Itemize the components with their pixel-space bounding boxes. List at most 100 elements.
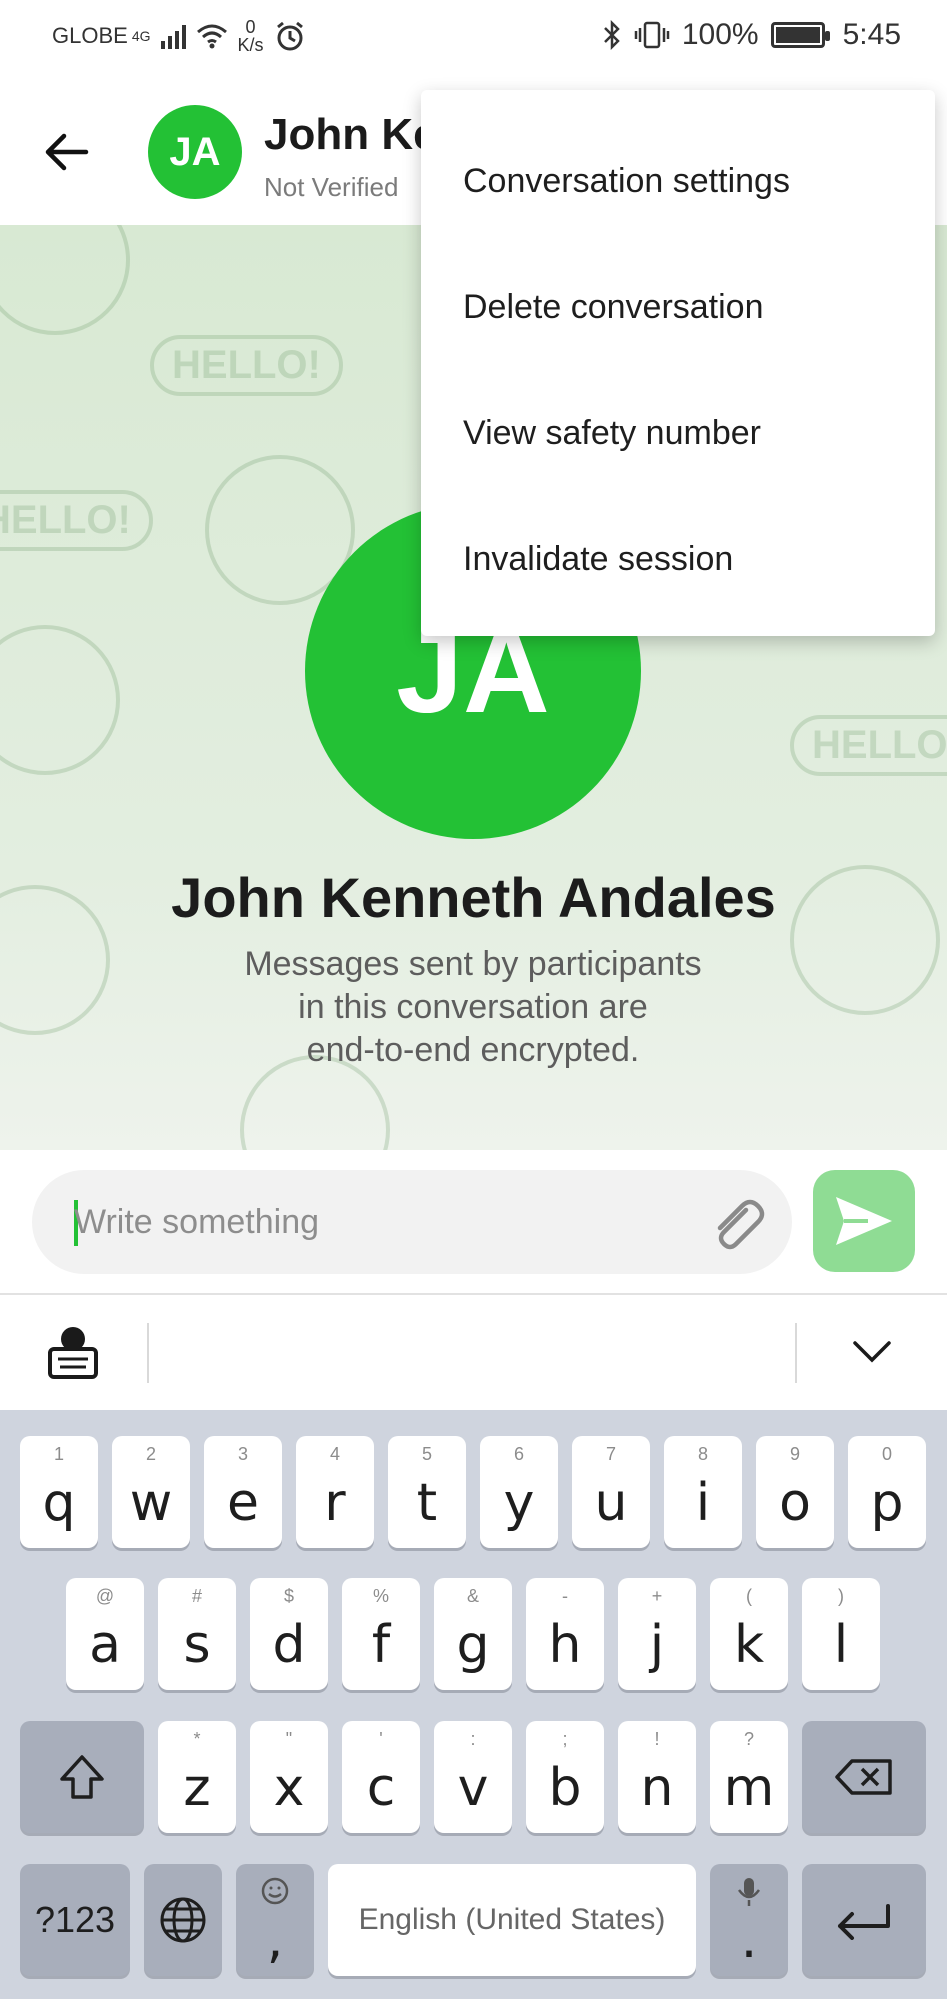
encryption-notice-line: Messages sent by participants <box>244 945 702 983</box>
key-r[interactable]: 4r <box>296 1436 374 1548</box>
emoji-icon <box>261 1877 289 1905</box>
key-l[interactable]: ) l <box>802 1578 880 1690</box>
vibrate-icon <box>634 21 670 49</box>
key-p[interactable]: 0p <box>848 1436 926 1548</box>
contact-name[interactable]: John Ke <box>264 110 438 160</box>
key-t[interactable]: 5t <box>388 1436 466 1548</box>
enter-key[interactable] <box>802 1864 926 1976</box>
status-bar: GLOBE 4G 0 K/s 100% 5:45 <box>0 0 947 80</box>
key-a[interactable]: @ a <box>66 1578 144 1690</box>
key-o[interactable]: 9o <box>756 1436 834 1548</box>
key-j[interactable]: + j <box>618 1578 696 1690</box>
key-f[interactable]: % f <box>342 1578 420 1690</box>
keyboard-settings-icon[interactable] <box>46 1323 100 1381</box>
key-s[interactable]: # s <box>158 1578 236 1690</box>
key-char: h <box>548 1615 582 1675</box>
key-c[interactable]: ' c <box>342 1721 420 1833</box>
key-hint: 7 <box>605 1444 616 1464</box>
key-char: m <box>723 1758 775 1818</box>
key-hint: 1 <box>53 1444 64 1464</box>
key-hint: 9 <box>789 1444 800 1464</box>
backspace-key[interactable] <box>802 1721 926 1833</box>
collapse-keyboard-icon[interactable] <box>852 1339 892 1365</box>
message-input[interactable]: Write something <box>32 1170 792 1274</box>
key-char: f <box>371 1615 391 1675</box>
signal-icon <box>160 23 186 49</box>
send-icon <box>836 1197 892 1245</box>
shift-key[interactable] <box>20 1721 144 1833</box>
space-bar[interactable]: English (United States) <box>328 1864 696 1976</box>
doodle-face <box>0 225 130 335</box>
key-hint: # <box>191 1586 202 1606</box>
key-char: a <box>89 1615 121 1675</box>
mic-period-key[interactable]: . <box>710 1864 788 1976</box>
key-hint: " <box>285 1729 293 1749</box>
key-b[interactable]: ; b <box>526 1721 604 1833</box>
key-m[interactable]: ? m <box>710 1721 788 1833</box>
network-speed-unit: K/s <box>237 35 264 55</box>
alarm-icon <box>276 21 303 51</box>
key-char: g <box>456 1615 490 1675</box>
wifi-icon <box>196 24 227 49</box>
key-g[interactable]: & g <box>434 1578 512 1690</box>
carrier-label: GLOBE <box>52 23 128 48</box>
key-hint: 8 <box>697 1444 708 1464</box>
key-h[interactable]: -h <box>526 1578 604 1690</box>
key-y[interactable]: 6y <box>480 1436 558 1548</box>
key-x[interactable]: " x <box>250 1721 328 1833</box>
key-char: d <box>272 1615 306 1675</box>
enter-icon <box>838 1904 890 1940</box>
key-char: i <box>695 1473 711 1533</box>
key-i[interactable]: 8i <box>664 1436 742 1548</box>
send-button[interactable] <box>813 1170 915 1272</box>
key-char: u <box>594 1473 628 1533</box>
key-hint: 0 <box>881 1444 892 1464</box>
menu-item-invalidate-session[interactable]: Invalidate session <box>421 496 935 622</box>
keyboard-row: 1q 2w 3e 4r 5t 6y 7u 8i 9o 0p <box>0 1436 947 1548</box>
key-char: q <box>42 1473 76 1533</box>
backspace-icon <box>835 1759 892 1795</box>
key-hint: ) <box>838 1586 844 1606</box>
key-hint: 6 <box>513 1444 524 1464</box>
bluetooth-icon <box>603 20 620 50</box>
key-char: s <box>183 1615 211 1675</box>
key-hint: 2 <box>145 1444 156 1464</box>
menu-item-view-safety-number[interactable]: View safety number <box>421 370 935 496</box>
key-hint: @ <box>95 1586 115 1606</box>
key-char: r <box>324 1473 346 1533</box>
key-z[interactable]: * z <box>158 1721 236 1833</box>
menu-item-delete-conversation[interactable]: Delete conversation <box>421 244 935 370</box>
avatar-initials: JA <box>169 129 221 174</box>
back-button[interactable] <box>42 122 102 182</box>
key-d[interactable]: $ d <box>250 1578 328 1690</box>
key-w[interactable]: 2w <box>112 1436 190 1548</box>
contact-full-name: John Kenneth Andales <box>171 866 776 929</box>
paperclip-icon[interactable] <box>706 1192 766 1252</box>
contact-avatar[interactable]: JA <box>148 105 242 199</box>
keyboard-toolbar <box>0 1297 947 1410</box>
key-char: v <box>457 1758 489 1818</box>
key-char: z <box>183 1758 211 1818</box>
encryption-notice-line: end-to-end encrypted. <box>306 1031 640 1069</box>
period-char: . <box>740 1910 758 1970</box>
key-char: j <box>649 1615 665 1675</box>
battery-icon <box>770 22 830 48</box>
key-n[interactable]: ! n <box>618 1721 696 1833</box>
key-q[interactable]: 1q <box>20 1436 98 1548</box>
key-hint: ; <box>562 1729 568 1749</box>
symbols-key[interactable]: ?123 <box>20 1864 130 1976</box>
doodle-hello: HELLO! <box>150 335 343 396</box>
network-speed: 0 K/s <box>238 18 264 54</box>
language-key[interactable] <box>144 1864 222 1976</box>
keyboard-row: ?123 , English (United States) . <box>0 1864 947 1976</box>
keyboard-row: * z " x ' c :v ; b ! n ? m <box>0 1721 947 1833</box>
key-k[interactable]: (k <box>710 1578 788 1690</box>
menu-item-conversation-settings[interactable]: Conversation settings <box>421 118 935 244</box>
key-hint: ! <box>654 1729 660 1749</box>
key-e[interactable]: 3e <box>204 1436 282 1548</box>
key-v[interactable]: :v <box>434 1721 512 1833</box>
key-char: c <box>366 1758 396 1818</box>
emoji-comma-key[interactable]: , <box>236 1864 314 1976</box>
encryption-notice-line: in this conversation are <box>298 988 648 1026</box>
key-u[interactable]: 7u <box>572 1436 650 1548</box>
